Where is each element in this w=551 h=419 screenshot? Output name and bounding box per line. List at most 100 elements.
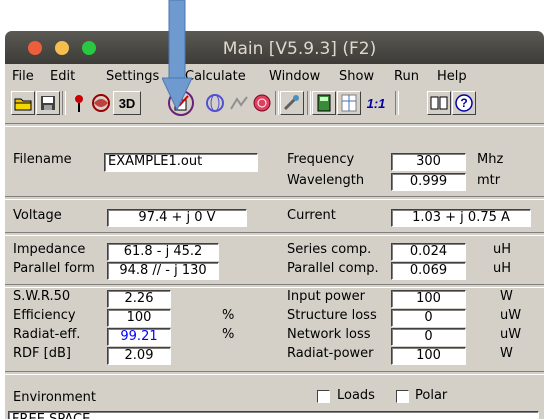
polar-plot-icon [253,94,271,112]
toolbar-divider [5,123,544,127]
toolbar-separator [307,91,311,115]
polar-plot-button[interactable] [250,91,274,115]
parallel-form-field: 94.8 // - j 130 [107,262,219,280]
network-loss-field: 0 [391,328,466,346]
antenna-icon [75,95,83,112]
section-divider [5,284,544,288]
series-comp-unit: uH [493,242,512,257]
impedance-field: 61.8 - j 45.2 [107,243,219,261]
structure-loss-field: 0 [391,309,466,327]
radiat-eff-label: Radiat-eff. [13,327,81,342]
polar-checkbox[interactable] [396,390,409,403]
efficiency-field: 100 [107,309,171,327]
parallel-form-label: Parallel form [13,261,95,276]
save-button[interactable] [36,91,60,115]
spreadsheet-icon [341,94,357,112]
efficiency-label: Efficiency [13,308,76,323]
wavelength-unit: mtr [477,173,501,188]
radiat-eff-unit: % [222,327,235,342]
rdf-label: RDF [dB] [13,346,71,361]
filename-field[interactable]: EXAMPLE1.out [104,153,258,172]
calculator-button[interactable] [312,91,336,115]
radiat-eff-field: 99.21 [107,328,171,346]
folder-icon [14,98,32,111]
parallel-comp-field: 0.069 [391,262,466,280]
menu-help[interactable]: Help [437,69,467,84]
svg-text:?: ? [460,96,467,110]
structure-loss-label: Structure loss [287,308,377,323]
optimize-button[interactable] [280,91,304,115]
antenna-button[interactable] [67,91,91,115]
voltage-label: Voltage [13,208,62,223]
toolbar-separator [275,91,279,115]
menu-file[interactable]: File [12,69,34,84]
open-folder-button[interactable] [11,91,35,115]
3d-view-button[interactable]: 3D [113,91,141,115]
frequency-unit: Mhz [477,152,504,167]
section-divider [5,371,544,375]
menu-bar: File Edit Settings Calculate Window Show… [5,64,544,88]
menu-calculate[interactable]: Calculate [185,69,246,84]
radiat-power-unit: W [500,346,513,361]
section-divider [5,232,544,236]
book-icon [430,96,448,110]
pattern-button[interactable] [89,91,113,115]
network-loss-unit: uW [500,327,522,342]
environment-field: FREE SPACE [8,411,539,419]
title-bar[interactable]: Main [V5.9.3] (F2) [5,31,544,64]
toolbar-separator [395,91,399,115]
rdf-field: 2.09 [107,347,171,365]
toolbar-separator [62,91,66,115]
spreadsheet-button[interactable] [337,91,361,115]
frequency-label: Frequency [287,152,355,167]
voltage-field: 97.4 + j 0 V [107,209,247,227]
main-window: Main [V5.9.3] (F2) File Edit Settings Ca… [5,31,544,419]
menu-run[interactable]: Run [394,69,419,84]
input-power-label: Input power [287,289,365,304]
sphere-icon [206,94,224,112]
efficiency-unit: % [222,308,235,323]
scale-1to1-button[interactable]: 1:1 [362,91,390,115]
menu-show[interactable]: Show [339,69,374,84]
menu-edit[interactable]: Edit [50,69,75,84]
surface-button[interactable] [227,91,251,115]
input-power-unit: W [500,289,513,304]
section-divider [5,196,544,200]
annotation-arrow-icon [162,0,192,112]
current-label: Current [287,208,336,223]
polar-label: Polar [415,388,448,403]
print-button[interactable] [427,91,451,115]
series-comp-label: Series comp. [287,242,372,257]
wavelength-field: 0.999 [391,173,466,191]
current-field: 1.03 + j 0.75 A [391,209,531,227]
radiat-power-label: Radiat-power [287,346,374,361]
help-button[interactable]: ? [452,91,476,115]
impedance-label: Impedance [13,242,86,257]
pattern-icon [92,94,110,112]
wavelength-label: Wavelength [287,173,365,188]
parallel-comp-label: Parallel comp. [287,261,379,276]
toolbar: 3D 1:1 ? [5,88,544,122]
swr-label: S.W.R.50 [13,289,71,304]
loads-label: Loads [337,388,375,403]
parallel-comp-unit: uH [493,261,512,276]
menu-settings[interactable]: Settings [106,69,159,84]
calculator-icon [317,94,331,112]
environment-label: Environment [13,390,97,405]
filename-label: Filename [13,152,72,167]
sphere-pattern-button[interactable] [203,91,227,115]
network-loss-label: Network loss [287,327,371,342]
structure-loss-unit: uW [500,308,522,323]
loads-checkbox[interactable] [317,390,330,403]
help-icon: ? [455,94,473,112]
window-title: Main [V5.9.3] (F2) [222,39,377,59]
surface-icon [230,96,248,110]
3d-label: 3D [118,95,136,111]
wizard-icon [283,95,299,111]
frequency-field[interactable]: 300 [391,153,466,171]
series-comp-field: 0.024 [391,243,466,261]
swr-field: 2.26 [107,290,171,308]
radiat-power-field: 100 [391,347,466,365]
menu-window[interactable]: Window [269,69,320,84]
input-power-field: 100 [391,290,466,308]
